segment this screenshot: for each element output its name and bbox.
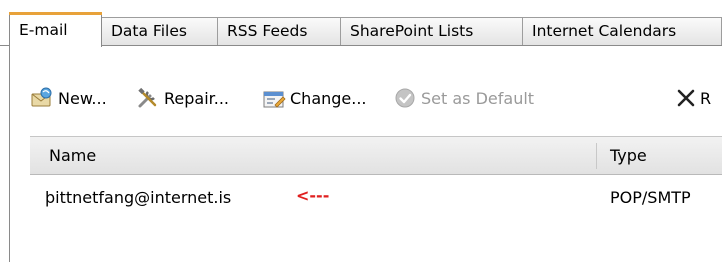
repair-tools-icon (136, 86, 160, 110)
checkmark-circle-icon (393, 86, 417, 110)
new-account-button[interactable]: New... (30, 85, 107, 111)
tab-data-files-label: Data Files (111, 22, 187, 40)
new-account-label: New... (58, 88, 107, 108)
tab-strip: E-mail Data Files RSS Feeds SharePoint L… (0, 0, 722, 60)
tab-sharepoint-lists-label: SharePoint Lists (350, 22, 474, 40)
panel-border (9, 46, 10, 262)
account-settings-panel: E-mail Data Files RSS Feeds SharePoint L… (0, 0, 722, 262)
tab-internet-calendars[interactable]: Internet Calendars (522, 17, 722, 45)
new-account-icon (30, 86, 54, 110)
change-label: Change... (290, 88, 367, 108)
table-row[interactable]: þittnetfang@internet.is <--- POP/SMTP (30, 184, 722, 214)
tab-email-label: E-mail (19, 21, 68, 39)
column-header-type[interactable]: Type (610, 146, 647, 165)
set-as-default-label: Set as Default (421, 88, 535, 108)
tab-email[interactable]: E-mail (9, 12, 102, 47)
tab-strip-baseline (0, 45, 722, 46)
remove-x-icon (676, 86, 696, 110)
annotation-arrow: <--- (296, 186, 330, 205)
tab-sharepoint-lists[interactable]: SharePoint Lists (340, 17, 523, 45)
column-divider[interactable] (596, 143, 597, 169)
repair-button[interactable]: Repair... (136, 85, 229, 111)
tab-rss-feeds[interactable]: RSS Feeds (217, 17, 341, 45)
tab-internet-calendars-label: Internet Calendars (532, 22, 677, 40)
tab-data-files[interactable]: Data Files (101, 17, 218, 45)
column-header-name[interactable]: Name (49, 146, 96, 165)
account-name-cell: þittnetfang@internet.is (45, 188, 232, 207)
change-button[interactable]: Change... (262, 85, 367, 111)
change-account-icon (262, 86, 286, 110)
set-as-default-button[interactable]: Set as Default (393, 85, 534, 111)
account-list: Name Type þittnetfang@internet.is <--- P… (30, 136, 722, 262)
remove-button[interactable]: R (676, 85, 711, 111)
account-type-cell: POP/SMTP (610, 188, 691, 207)
list-header: Name Type (30, 136, 722, 175)
remove-label: R (700, 88, 712, 108)
repair-label: Repair... (164, 88, 230, 108)
tab-rss-feeds-label: RSS Feeds (227, 22, 308, 40)
